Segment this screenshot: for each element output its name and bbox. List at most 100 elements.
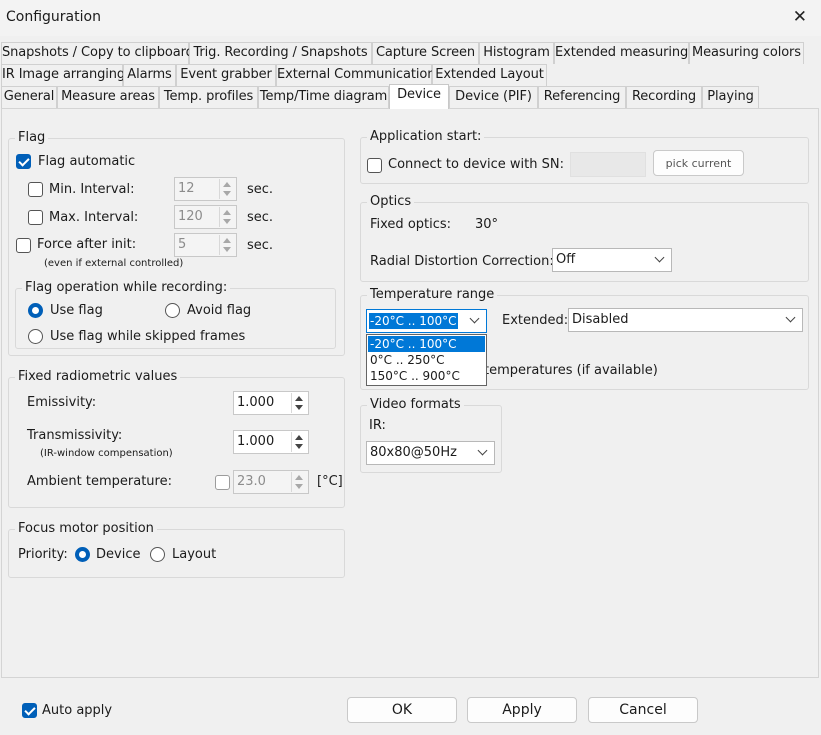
use-flag-skipped-radio[interactable] <box>28 329 43 344</box>
avoid-flag-radio[interactable] <box>165 303 180 318</box>
serial-number-field[interactable] <box>570 152 646 177</box>
tab-measuring-colors[interactable]: Measuring colors <box>689 42 804 64</box>
connect-sn-checkbox[interactable] <box>367 158 382 173</box>
apply-button[interactable]: Apply <box>467 697 577 723</box>
flag-operation-legend: Flag operation while recording: <box>22 280 231 295</box>
video-formats-legend: Video formats <box>367 397 464 412</box>
tab-referencing[interactable]: Referencing <box>538 86 626 108</box>
tab-capture-screen[interactable]: Capture Screen <box>372 42 479 64</box>
max-interval-spinner[interactable]: 120 <box>174 205 237 229</box>
optics-legend: Optics <box>367 194 415 209</box>
fixed-optics-value: 30° <box>475 217 499 232</box>
tab-device-pif[interactable]: Device (PIF) <box>449 86 538 108</box>
spin-arrows-icon[interactable] <box>219 179 235 199</box>
tab-extended-measuring[interactable]: Extended measuring <box>554 42 689 64</box>
transmissivity-note: (IR-window compensation) <box>40 448 173 459</box>
connect-sn-label: Connect to device with SN: <box>388 157 564 172</box>
spin-arrows-icon[interactable] <box>291 393 307 413</box>
use-flag-label: Use flag <box>50 303 103 318</box>
extended-combo[interactable]: Disabled <box>568 308 803 332</box>
available-temperatures-label: temperatures (if available) <box>484 363 658 378</box>
priority-label: Priority: <box>18 547 68 562</box>
auto-apply-checkbox[interactable] <box>22 703 37 718</box>
ir-label: IR: <box>369 418 386 433</box>
max-interval-checkbox[interactable] <box>28 210 43 225</box>
tab-alarms[interactable]: Alarms <box>123 64 176 86</box>
use-flag-radio[interactable] <box>28 303 43 318</box>
dropdown-option[interactable]: 150°C .. 900°C <box>368 368 485 384</box>
ir-format-combo[interactable]: 80x80@50Hz <box>366 441 495 465</box>
tab-temp-time-diagram[interactable]: Temp/Time diagram <box>258 86 389 108</box>
flag-automatic-checkbox[interactable] <box>16 154 31 169</box>
priority-layout-label: Layout <box>172 547 217 562</box>
max-interval-value: 120 <box>178 209 203 224</box>
ambient-temperature-value: 23.0 <box>237 474 266 489</box>
tab-device[interactable]: Device <box>389 84 449 109</box>
force-after-init-label: Force after init: <box>37 237 137 252</box>
chevron-down-icon <box>654 252 665 263</box>
force-after-init-unit: sec. <box>247 238 274 253</box>
emissivity-spinner[interactable]: 1.000 <box>233 391 309 415</box>
tab-snapshots-copy[interactable]: Snapshots / Copy to clipboard <box>1 42 194 64</box>
dropdown-option[interactable]: 0°C .. 250°C <box>368 352 485 368</box>
tab-histogram[interactable]: Histogram <box>479 42 554 64</box>
radial-distortion-label: Radial Distortion Correction: <box>370 254 554 269</box>
emissivity-label: Emissivity: <box>27 395 97 410</box>
min-interval-value: 12 <box>178 181 195 196</box>
tab-external-communication[interactable]: External Communication <box>276 64 435 86</box>
ir-format-value: 80x80@50Hz <box>370 445 457 460</box>
tab-playing[interactable]: Playing <box>702 86 759 108</box>
cancel-button[interactable]: Cancel <box>588 697 698 723</box>
radial-distortion-combo[interactable]: Off <box>552 248 672 272</box>
ok-button[interactable]: OK <box>347 697 457 723</box>
temperature-range-combo[interactable]: -20°C .. 100°C <box>366 309 487 333</box>
tab-event-grabber[interactable]: Event grabber <box>176 64 276 86</box>
dropdown-option[interactable]: -20°C .. 100°C <box>368 336 485 352</box>
spin-arrows-icon[interactable] <box>291 432 307 452</box>
spin-arrows-icon[interactable] <box>219 207 235 227</box>
tab-measure-areas[interactable]: Measure areas <box>57 86 159 108</box>
min-interval-checkbox[interactable] <box>28 182 43 197</box>
flag-automatic-label: Flag automatic <box>38 154 136 169</box>
max-interval-unit: sec. <box>247 210 274 225</box>
min-interval-spinner[interactable]: 12 <box>174 177 237 201</box>
min-interval-label: Min. Interval: <box>49 182 135 197</box>
tab-extended-layout[interactable]: Extended Layout <box>432 64 547 86</box>
max-interval-label: Max. Interval: <box>49 210 139 225</box>
force-after-init-checkbox[interactable] <box>16 238 31 253</box>
tab-general[interactable]: General <box>1 86 57 108</box>
tab-trig-recording[interactable]: Trig. Recording / Snapshots <box>189 42 372 64</box>
ambient-temperature-checkbox[interactable] <box>215 475 230 490</box>
transmissivity-spinner[interactable]: 1.000 <box>233 430 309 454</box>
transmissivity-label: Transmissivity: <box>27 428 123 443</box>
transmissivity-value: 1.000 <box>237 434 275 449</box>
min-interval-unit: sec. <box>247 182 274 197</box>
spin-arrows-icon[interactable] <box>219 235 235 255</box>
tab-ir-image-arranging[interactable]: IR Image arranging <box>1 64 125 86</box>
title-bar: Configuration ✕ <box>0 0 821 36</box>
radiometric-legend: Fixed radiometric values <box>15 369 181 384</box>
temperature-range-dropdown: -20°C .. 100°C 0°C .. 250°C 150°C .. 900… <box>366 334 487 386</box>
priority-device-radio[interactable] <box>75 547 90 562</box>
auto-apply-label: Auto apply <box>42 703 113 718</box>
close-icon[interactable]: ✕ <box>793 7 807 27</box>
chevron-down-icon <box>785 312 796 323</box>
force-after-init-spinner[interactable]: 5 <box>174 233 237 257</box>
ambient-temperature-spinner[interactable]: 23.0 <box>233 470 309 494</box>
tab-recording[interactable]: Recording <box>626 86 702 108</box>
chevron-down-icon <box>477 445 488 456</box>
tab-temp-profiles[interactable]: Temp. profiles <box>159 86 258 108</box>
use-flag-skipped-label: Use flag while skipped frames <box>50 329 246 344</box>
focus-legend: Focus motor position <box>15 521 157 536</box>
application-start-legend: Application start: <box>367 129 485 144</box>
fixed-optics-label: Fixed optics: <box>370 217 452 232</box>
spin-arrows-icon[interactable] <box>291 472 307 492</box>
priority-layout-radio[interactable] <box>150 547 165 562</box>
emissivity-value: 1.000 <box>237 395 275 410</box>
priority-device-label: Device <box>96 547 141 562</box>
radial-distortion-value: Off <box>556 252 576 267</box>
ambient-temperature-unit: [°C] <box>317 474 343 489</box>
pick-current-button[interactable]: pick current <box>653 150 744 176</box>
force-after-init-note: (even if external controlled) <box>44 258 184 269</box>
temperature-range-legend: Temperature range <box>367 287 498 302</box>
